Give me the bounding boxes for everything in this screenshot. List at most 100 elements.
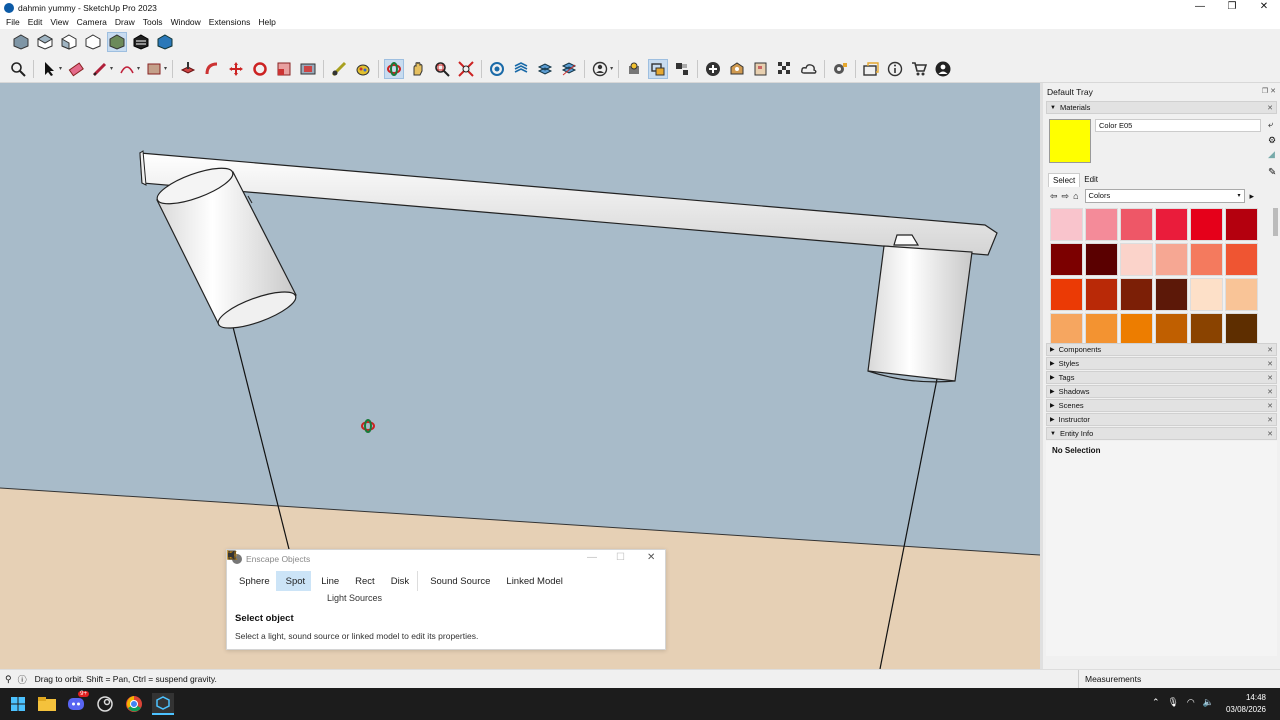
- orbit-icon[interactable]: [384, 58, 405, 79]
- color-swatch[interactable]: [1225, 243, 1258, 276]
- cloud-icon[interactable]: [799, 59, 819, 79]
- panel-close-icon[interactable]: ✕: [1267, 104, 1273, 112]
- close-icon[interactable]: ✕: [647, 552, 655, 563]
- panel-close-icon[interactable]: ✕: [1267, 374, 1273, 382]
- panel-instructor[interactable]: ▶ Instructor ✕: [1046, 413, 1277, 426]
- back-arrow-icon[interactable]: ⇦: [1050, 191, 1058, 202]
- section-fill-icon[interactable]: [535, 59, 555, 79]
- maximize-icon[interactable]: ☐: [616, 552, 625, 563]
- microphone-icon[interactable]: 🎙: [1167, 697, 1178, 708]
- geo-location-icon[interactable]: ⚲: [5, 674, 12, 685]
- panel-close-icon[interactable]: ✕: [1267, 388, 1273, 396]
- panel-close-icon[interactable]: ✕: [1267, 416, 1273, 424]
- menu-draw[interactable]: Draw: [111, 17, 139, 27]
- spot-light-button[interactable]: Spot: [227, 550, 312, 591]
- select-icon[interactable]: [39, 59, 59, 79]
- color-swatch[interactable]: [1050, 313, 1083, 346]
- move-icon[interactable]: [226, 59, 246, 79]
- color-swatch[interactable]: [1120, 278, 1153, 311]
- swatch-scrollbar[interactable]: [1273, 208, 1278, 236]
- extension-icon[interactable]: [648, 58, 669, 79]
- color-swatch[interactable]: [1155, 208, 1188, 241]
- color-swatch[interactable]: [1225, 313, 1258, 346]
- menu-help[interactable]: Help: [254, 17, 279, 27]
- menu-window[interactable]: Window: [167, 17, 205, 27]
- color-swatch[interactable]: [1190, 313, 1223, 346]
- material-name-field[interactable]: Color E05: [1095, 119, 1261, 132]
- minimize-button[interactable]: —: [1184, 0, 1216, 15]
- account-icon[interactable]: [933, 59, 953, 79]
- right-view-icon[interactable]: [83, 32, 103, 52]
- chrome-icon[interactable]: [123, 693, 145, 715]
- pan-icon[interactable]: [408, 59, 428, 79]
- info-icon[interactable]: [885, 59, 905, 79]
- color-swatch[interactable]: [1120, 313, 1153, 346]
- color-swatch[interactable]: [1050, 278, 1083, 311]
- color-swatch[interactable]: [1085, 313, 1118, 346]
- zoom-window-icon[interactable]: [432, 59, 452, 79]
- paint-bucket-icon[interactable]: [353, 59, 373, 79]
- maximize-button[interactable]: ❐: [1216, 0, 1248, 15]
- color-swatch[interactable]: [1085, 278, 1118, 311]
- color-swatch[interactable]: [1225, 208, 1258, 241]
- eraser-icon[interactable]: [66, 59, 86, 79]
- color-swatch[interactable]: [1190, 278, 1223, 311]
- material-display-icon[interactable]: ⚙: [1268, 135, 1276, 146]
- panel-scenes[interactable]: ▶ Scenes ✕: [1046, 399, 1277, 412]
- panel-components[interactable]: ▶ Components ✕: [1046, 343, 1277, 356]
- sketchup-taskbar-icon[interactable]: [152, 693, 174, 715]
- discord-icon[interactable]: 9+: [65, 691, 89, 715]
- file-explorer-icon[interactable]: [36, 693, 58, 715]
- menu-camera[interactable]: Camera: [73, 17, 111, 27]
- panel-tags[interactable]: ▶ Tags ✕: [1046, 371, 1277, 384]
- tab-edit[interactable]: Edit: [1080, 173, 1102, 187]
- push-pull-icon[interactable]: [178, 59, 198, 79]
- zoom-icon[interactable]: [8, 59, 28, 79]
- back-view-icon[interactable]: [107, 32, 127, 52]
- forward-arrow-icon[interactable]: ⇨: [1062, 191, 1070, 202]
- iso-view-icon[interactable]: [11, 32, 31, 52]
- line-light-button[interactable]: Line: [227, 550, 345, 591]
- home-icon[interactable]: ⌂: [1073, 191, 1078, 201]
- color-swatch[interactable]: [1050, 243, 1083, 276]
- sphere-light-button[interactable]: Sphere: [227, 550, 276, 591]
- section-display-icon[interactable]: [511, 59, 531, 79]
- panel-close-icon[interactable]: ✕: [1267, 360, 1273, 368]
- geo-icon[interactable]: [727, 59, 747, 79]
- left-view-icon[interactable]: [131, 32, 151, 52]
- folder-icon[interactable]: [861, 59, 881, 79]
- warehouse-icon[interactable]: [624, 59, 644, 79]
- minimize-icon[interactable]: —: [587, 552, 597, 563]
- close-button[interactable]: ✕: [1248, 0, 1280, 15]
- color-swatch[interactable]: [1155, 313, 1188, 346]
- measurements-box[interactable]: Measurements: [1078, 670, 1141, 689]
- disk-light-button[interactable]: Disk: [228, 552, 415, 591]
- panel-close-icon[interactable]: ✕: [1267, 402, 1273, 410]
- tray-pin-icon[interactable]: ❐ ✕: [1262, 87, 1276, 95]
- info-icon[interactable]: ⓘ: [18, 673, 27, 686]
- color-swatch[interactable]: [1190, 243, 1223, 276]
- menu-tools[interactable]: Tools: [139, 17, 167, 27]
- panel-styles[interactable]: ▶ Styles ✕: [1046, 357, 1277, 370]
- tab-select[interactable]: Select: [1048, 173, 1081, 187]
- windows-start-icon[interactable]: [7, 693, 29, 715]
- cart-icon[interactable]: [909, 59, 929, 79]
- color-swatch[interactable]: [1155, 278, 1188, 311]
- chevron-up-icon[interactable]: ⌃: [1152, 697, 1160, 708]
- menu-view[interactable]: View: [46, 17, 72, 27]
- panel-shadows[interactable]: ▶ Shadows ✕: [1046, 385, 1277, 398]
- offset-icon[interactable]: [298, 59, 318, 79]
- scale-icon[interactable]: [274, 59, 294, 79]
- menu-edit[interactable]: Edit: [24, 17, 47, 27]
- top-view-icon[interactable]: [35, 32, 55, 52]
- system-clock[interactable]: 14:48 03/08/2026: [1226, 692, 1266, 716]
- user-icon[interactable]: [590, 59, 610, 79]
- pencil-icon[interactable]: [90, 59, 110, 79]
- menu-extensions[interactable]: Extensions: [205, 17, 255, 27]
- wifi-icon[interactable]: ◠: [1187, 697, 1195, 708]
- eyedropper-icon[interactable]: ✎: [1268, 167, 1276, 178]
- materials-icon[interactable]: [672, 59, 692, 79]
- add-location-icon[interactable]: [703, 59, 723, 79]
- panel-entity-info[interactable]: ▼ Entity Info ✕: [1046, 427, 1277, 440]
- volume-icon[interactable]: 🔈: [1203, 697, 1214, 708]
